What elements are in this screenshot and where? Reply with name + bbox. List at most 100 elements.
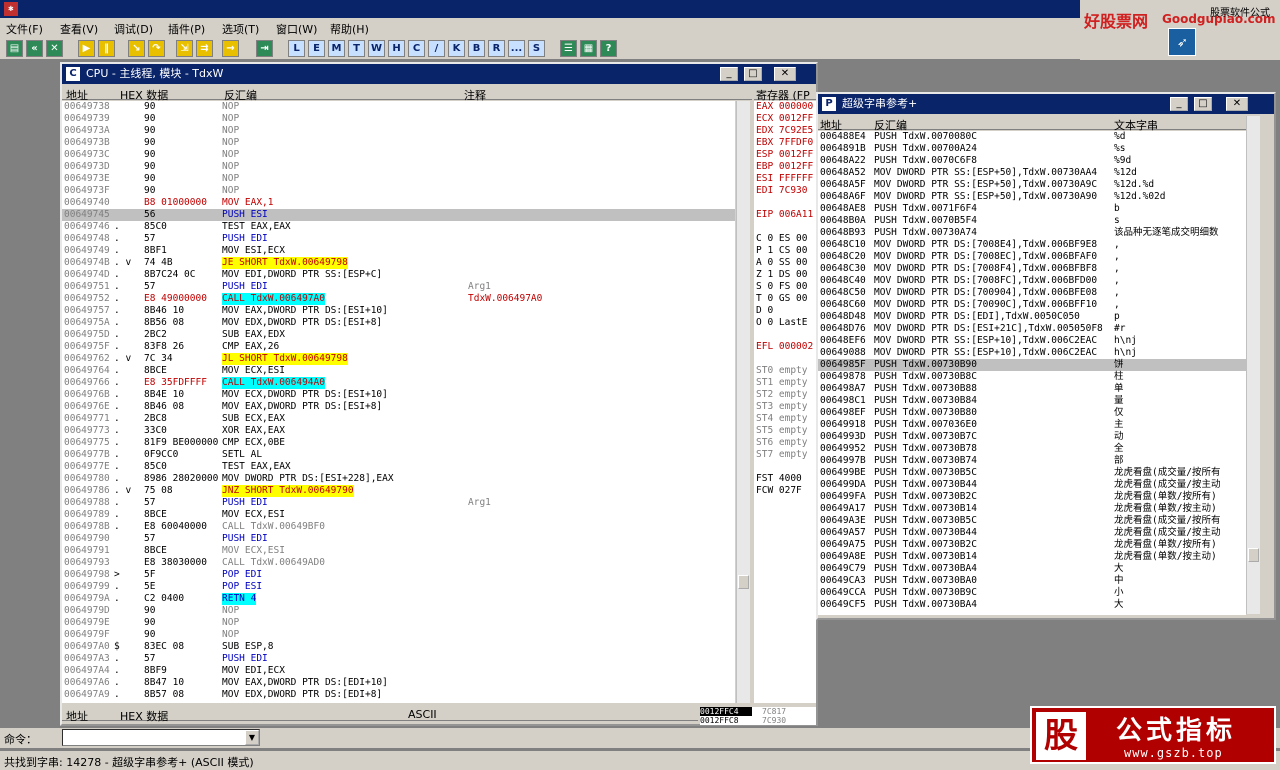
register-row[interactable]: ST1 empty (754, 377, 816, 389)
disasm-row[interactable]: 00649798 > 5F POP EDI (62, 569, 735, 581)
disasm-row[interactable]: 00649739 90 NOP (62, 113, 735, 125)
disasm-row[interactable]: 00649775. 81F9 BE000000 CMP ECX,0BE (62, 437, 735, 449)
chevron-down-icon[interactable]: ▼ (245, 730, 259, 745)
dump-col-addr[interactable]: 地址 (66, 708, 88, 724)
grid-icon[interactable]: ▦ (580, 40, 597, 57)
stack-pane[interactable]: 0012FFC4 0012FFC8 7C817 7C930 (700, 707, 816, 725)
string-row[interactable]: 00648B0A PUSH TdxW.0070B5F4 s (818, 215, 1246, 227)
register-row[interactable]: FCW 027F (754, 485, 816, 497)
string-row[interactable]: 00648AE8 PUSH TdxW.0071F6F4 b (818, 203, 1246, 215)
disasm-row[interactable]: 00649757. 8B46 10 MOV EAX,DWORD PTR DS:[ES… (62, 305, 735, 317)
disasm-row[interactable]: 00649773. 33C0 XOR EAX,EAX (62, 425, 735, 437)
string-row[interactable]: 00648A22 PUSH TdxW.0070C6F8 %9d (818, 155, 1246, 167)
register-row[interactable]: T 0 GS 00 (754, 293, 816, 305)
dump-col-ascii[interactable]: ASCII (408, 708, 437, 721)
string-row[interactable]: 00649952 PUSH TdxW.00730B78 全 (818, 443, 1246, 455)
disasm-row[interactable]: 00649786 . v 75 08 JNZ SHORT TdxW.00649790 (62, 485, 735, 497)
string-row[interactable]: 006499BE PUSH TdxW.00730B5C 龙虎看盘(成交量/按所有 (818, 467, 1246, 479)
string-row[interactable]: 00649C79 PUSH TdxW.00730BA4 大 (818, 563, 1246, 575)
string-row[interactable]: 00648C40 MOV DWORD PTR DS:[7008FC],TdxW.0… (818, 275, 1246, 287)
string-row[interactable]: 00649A17 PUSH TdxW.00730B14 龙虎看盘(单数/按主动) (818, 503, 1246, 515)
string-row[interactable]: 0064997B PUSH TdxW.00730B74 部 (818, 455, 1246, 467)
command-input[interactable]: ▼ (62, 729, 260, 746)
tb-h-button[interactable]: H (388, 40, 405, 57)
disasm-row[interactable]: 0064976E. 8B46 08 MOV EAX,DWORD PTR DS:[ES… (62, 401, 735, 413)
disasm-row[interactable]: 0064975D. 2BC2 SUB EAX,EDX (62, 329, 735, 341)
tb-dots-button[interactable]: ... (508, 40, 525, 57)
tb-m-button[interactable]: M (328, 40, 345, 57)
close-icon[interactable]: ✕ (46, 40, 63, 57)
disasm-row[interactable]: 00649799. 5E POP ESI (62, 581, 735, 593)
disasm-row[interactable]: 006497A9. 8B57 08 MOV EDX,DWORD PTR DS:[ED… (62, 689, 735, 701)
bird-logo-icon[interactable]: ➶ (1168, 28, 1196, 56)
execute-till-return-icon[interactable]: → (222, 40, 239, 57)
tb-l-button[interactable]: L (288, 40, 305, 57)
disasm-row[interactable]: 00649749. 8BF1 MOV ESI,ECX (62, 245, 735, 257)
string-row[interactable]: 00649088 MOV DWORD PTR SS:[ESP+10],TdxW.0… (818, 347, 1246, 359)
tb-k-button[interactable]: K (448, 40, 465, 57)
register-row[interactable]: EIP 006A11 (754, 209, 816, 221)
disasm-row[interactable]: 0064979E 90 NOP (62, 617, 735, 629)
register-row[interactable]: ST6 empty (754, 437, 816, 449)
minimize-button[interactable]: _ (720, 67, 738, 81)
disasm-row[interactable]: 00649793 E8 38030000 CALL TdxW.00649AD0 (62, 557, 735, 569)
stack-addr-selected[interactable]: 0012FFC4 (700, 707, 752, 716)
string-row[interactable]: 00648C30 MOV DWORD PTR DS:[7008F4],TdxW.0… (818, 263, 1246, 275)
disasm-row[interactable]: 00649752. E8 49000000 CALL TdxW.006497A0 Td… (62, 293, 735, 305)
disasm-row[interactable]: 00649762 . v 7C 34 JL SHORT TdxW.00649798 (62, 353, 735, 365)
menu-help[interactable]: 帮助(H) (330, 21, 369, 37)
tb-e-button[interactable]: E (308, 40, 325, 57)
string-row[interactable]: 00648A6F MOV DWORD PTR SS:[ESP+50],TdxW.0… (818, 191, 1246, 203)
disasm-row[interactable]: 0064977E. 85C0 TEST EAX,EAX (62, 461, 735, 473)
disasm-row[interactable]: 00649764. 8BCE MOV ECX,ESI (62, 365, 735, 377)
disasm-row[interactable]: 00649771. 2BC8 SUB ECX,EAX (62, 413, 735, 425)
register-row[interactable]: ST5 empty (754, 425, 816, 437)
tb-r-button[interactable]: R (488, 40, 505, 57)
help-icon[interactable]: ? (600, 40, 617, 57)
disasm-row[interactable]: 00649791 8BCE MOV ECX,ESI (62, 545, 735, 557)
string-row[interactable]: 00648C50 MOV DWORD PTR DS:[700904],TdxW.0… (818, 287, 1246, 299)
disasm-row[interactable]: 0064975F. 83F8 26 CMP EAX,26 (62, 341, 735, 353)
tb-w-button[interactable]: W (368, 40, 385, 57)
disasm-row[interactable]: 00649740 B8 01000000 MOV EAX,1 (62, 197, 735, 209)
disasm-row[interactable]: 0064973B 90 NOP (62, 137, 735, 149)
disasm-row[interactable]: 00649766. E8 35FDFFFF CALL TdxW.006494A0 (62, 377, 735, 389)
string-row[interactable]: 00649A75 PUSH TdxW.00730B2C 龙虎看盘(单数/按所有) (818, 539, 1246, 551)
disasm-row[interactable]: 0064976B. 8B4E 10 MOV ECX,DWORD PTR DS:[ES… (62, 389, 735, 401)
register-row[interactable] (754, 329, 816, 341)
stack-addr[interactable]: 0012FFC8 (700, 716, 739, 725)
menu-window[interactable]: 窗口(W) (276, 21, 317, 37)
register-row[interactable]: Z 1 DS 00 (754, 269, 816, 281)
string-row[interactable]: 006498EF PUSH TdxW.00730B80 仅 (818, 407, 1246, 419)
register-row[interactable]: EDX 7C92E5 (754, 125, 816, 137)
disasm-pane[interactable]: 00649738 90 NOP 00649739 90 NOP 0064973A 90 NOP 0… (62, 101, 735, 703)
disasm-row[interactable]: 00649751. 57 PUSH EDI Arg1 (62, 281, 735, 293)
string-row[interactable]: 00649918 PUSH TdxW.007036E0 主 (818, 419, 1246, 431)
tb-s-button[interactable]: S (528, 40, 545, 57)
disasm-scroll-thumb[interactable] (738, 575, 749, 589)
register-row[interactable]: ESI FFFFFF (754, 173, 816, 185)
disasm-row[interactable]: 0064975A. 8B56 08 MOV EDX,DWORD PTR DS:[ES… (62, 317, 735, 329)
maximize-button[interactable]: □ (1194, 97, 1212, 111)
register-row[interactable]: C 0 ES 00 (754, 233, 816, 245)
tb-t-button[interactable]: T (348, 40, 365, 57)
string-row[interactable]: 006498C1 PUSH TdxW.00730B84 量 (818, 395, 1246, 407)
strings-scroll-thumb[interactable] (1248, 548, 1259, 562)
string-row[interactable]: 0064993D PUSH TdxW.00730B7C 动 (818, 431, 1246, 443)
string-row[interactable]: 00649A3E PUSH TdxW.00730B5C 龙虎看盘(成交量/按所有 (818, 515, 1246, 527)
string-row[interactable]: 006498A7 PUSH TdxW.00730B88 单 (818, 383, 1246, 395)
tb-b-button[interactable]: B (468, 40, 485, 57)
register-row[interactable]: EBX 7FFDF0 (754, 137, 816, 149)
disasm-row[interactable]: 00649748. 57 PUSH EDI (62, 233, 735, 245)
disasm-row[interactable]: 00649745 56 PUSH ESI (62, 209, 735, 221)
string-row[interactable]: 00648A52 MOV DWORD PTR SS:[ESP+50],TdxW.0… (818, 167, 1246, 179)
open-icon[interactable]: ▤ (6, 40, 23, 57)
run-icon[interactable]: ▶ (78, 40, 95, 57)
string-row[interactable]: 00648A5F MOV DWORD PTR SS:[ESP+50],TdxW.0… (818, 179, 1246, 191)
register-row[interactable]: ST0 empty (754, 365, 816, 377)
string-row[interactable]: 00649CF5 PUSH TdxW.00730BA4 大 (818, 599, 1246, 611)
disasm-row[interactable]: 0064973D 90 NOP (62, 161, 735, 173)
string-row[interactable]: 00648C60 MOV DWORD PTR DS:[70090C],TdxW.0… (818, 299, 1246, 311)
register-row[interactable] (754, 353, 816, 365)
register-row[interactable]: ST7 empty (754, 449, 816, 461)
